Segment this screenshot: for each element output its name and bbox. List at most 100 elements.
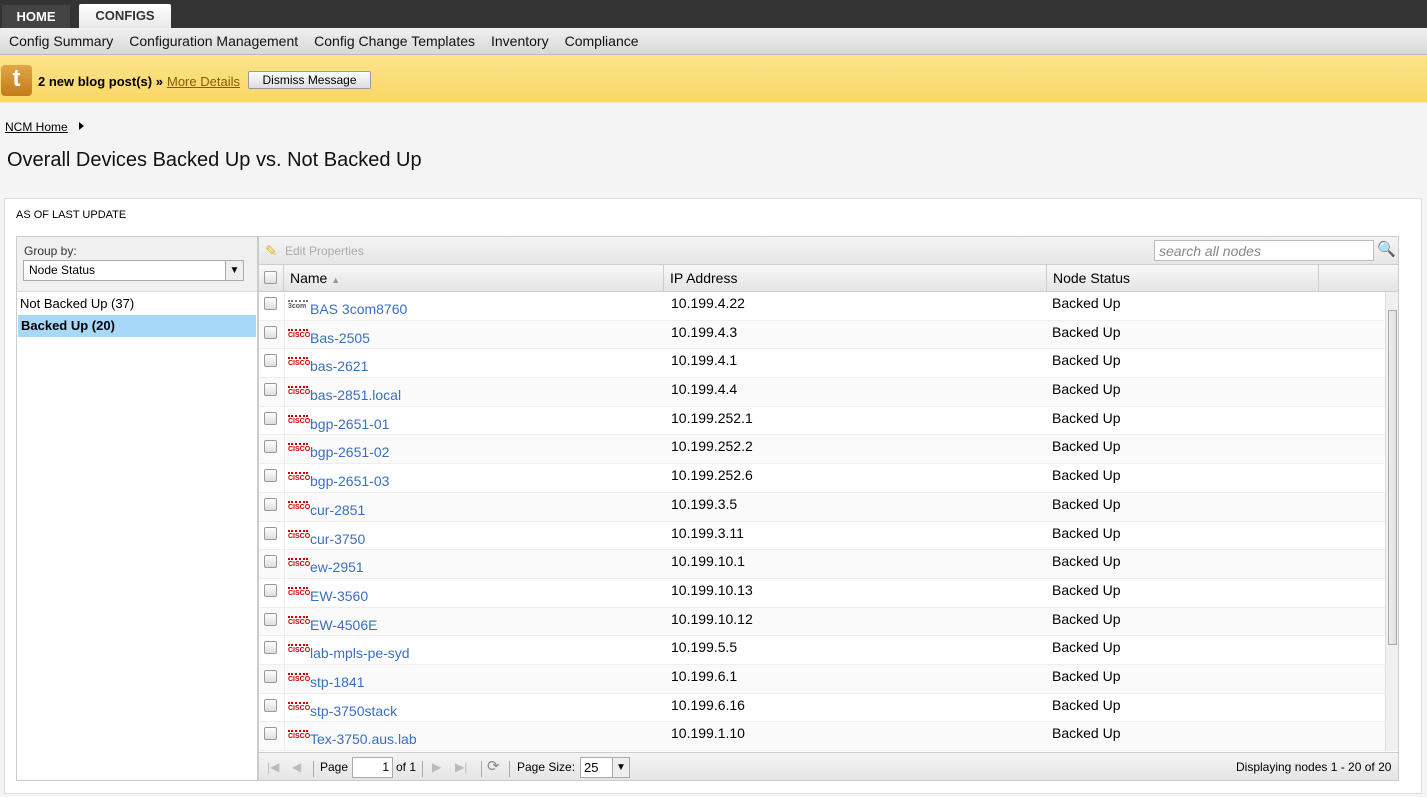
row-checkbox[interactable] <box>264 297 277 310</box>
table-row[interactable]: CISCO lab-mpls-pe-syd 10.199.5.5 Backed … <box>259 636 1385 665</box>
cisco-device-icon: CISCO <box>288 701 310 712</box>
group-by-select[interactable]: Node Status ▼ <box>23 260 244 281</box>
ip-address: 10.199.10.1 <box>671 553 745 570</box>
row-checkbox[interactable] <box>264 469 277 483</box>
search-icon[interactable]: 🔍 <box>1377 240 1397 260</box>
chevron-down-icon[interactable]: ▼ <box>225 261 243 280</box>
column-status[interactable]: Node Status <box>1047 265 1319 291</box>
first-page-icon[interactable]: |◀ <box>267 760 279 774</box>
grid-rows: 3com BAS 3com8760 10.199.4.22 Backed Up … <box>259 292 1385 751</box>
node-name-link[interactable]: Tex-3750.aus.lab <box>310 731 417 747</box>
table-row[interactable]: CISCO bgp-2651-03 10.199.252.6 Backed Up <box>259 464 1385 493</box>
nav-config-summary[interactable]: Config Summary <box>9 28 113 54</box>
last-page-icon[interactable]: ▶| <box>455 760 467 774</box>
page-input[interactable]: 1 <box>352 757 393 778</box>
row-checkbox[interactable] <box>264 641 277 655</box>
table-row[interactable]: CISCO bgp-2651-02 10.199.252.2 Backed Up <box>259 435 1385 465</box>
ip-address: 10.199.10.13 <box>671 581 753 598</box>
row-checkbox[interactable] <box>264 497 277 511</box>
row-checkbox[interactable] <box>264 555 277 569</box>
column-name-label: Name <box>290 270 328 286</box>
row-checkbox[interactable] <box>264 440 277 454</box>
node-name-link[interactable]: EW-3560 <box>310 588 368 604</box>
cisco-device-icon: CISCO <box>288 386 310 396</box>
scrollbar-thumb[interactable] <box>1388 310 1397 645</box>
row-checkbox[interactable] <box>264 583 277 597</box>
tab-configs[interactable]: CONFIGS <box>79 4 171 28</box>
node-name-link[interactable]: bgp-2651-03 <box>310 473 389 489</box>
dismiss-message-button[interactable]: Dismiss Message <box>248 71 371 89</box>
table-row[interactable]: CISCO cur-2851 10.199.3.5 Backed Up <box>259 492 1385 522</box>
row-checkbox[interactable] <box>264 354 277 368</box>
node-status: Backed Up <box>1052 725 1121 742</box>
prev-page-icon[interactable]: ◀ <box>292 760 301 774</box>
ip-address: 10.199.3.11 <box>671 524 744 541</box>
node-name-link[interactable]: bas-2621 <box>310 358 368 374</box>
table-row[interactable]: CISCO EW-3560 10.199.10.13 Backed Up <box>259 579 1385 608</box>
row-checkbox[interactable] <box>264 383 277 397</box>
cisco-device-icon: CISCO <box>288 357 310 367</box>
table-row[interactable]: CISCO EW-4506E 10.199.10.12 Backed Up <box>259 607 1385 637</box>
page-size-value: 25 <box>584 760 599 775</box>
row-checkbox[interactable] <box>264 698 277 712</box>
table-row[interactable]: CISCO stp-3750stack 10.199.6.16 Backed U… <box>259 694 1385 723</box>
breadcrumb-arrow-icon[interactable] <box>79 122 84 130</box>
node-name-link[interactable]: stp-3750stack <box>310 703 397 719</box>
row-checkbox[interactable] <box>264 727 277 741</box>
table-row[interactable]: CISCO bas-2621 10.199.4.1 Backed Up <box>259 349 1385 379</box>
breadcrumb-ncm-home[interactable]: NCM Home <box>5 120 68 134</box>
nav-configuration-management[interactable]: Configuration Management <box>129 28 298 54</box>
table-row[interactable]: CISCO bas-2851.local 10.199.4.4 Backed U… <box>259 378 1385 407</box>
select-all-checkbox[interactable] <box>264 271 277 284</box>
vertical-scrollbar[interactable] <box>1385 292 1398 751</box>
group-by-label: Group by: <box>24 244 77 258</box>
table-row[interactable]: CISCO Tex-3750.aus.lab 10.199.1.10 Backe… <box>259 722 1385 751</box>
table-row[interactable]: CISCO stp-1841 10.199.6.1 Backed Up <box>259 664 1385 694</box>
group-by-panel: Group by: Node Status ▼ Not Backed Up (37… <box>16 236 258 781</box>
table-row[interactable]: CISCO bgp-2651-01 10.199.252.1 Backed Up <box>259 407 1385 436</box>
group-item-not-backed-up[interactable]: Not Backed Up (37) <box>17 293 257 315</box>
node-name-link[interactable]: EW-4506E <box>310 617 377 633</box>
table-row[interactable]: CISCO ew-2951 10.199.10.1 Backed Up <box>259 550 1385 579</box>
refresh-icon[interactable]: ⟳ <box>487 757 500 775</box>
row-checkbox[interactable] <box>264 325 277 339</box>
node-name-link[interactable]: Bas-2505 <box>310 330 370 346</box>
node-name-link[interactable]: bas-2851.local <box>310 387 401 403</box>
node-status: Backed Up <box>1052 323 1121 340</box>
node-name-link[interactable]: stp-1841 <box>310 674 364 690</box>
node-name-link[interactable]: bgp-2651-02 <box>310 444 389 460</box>
group-item-backed-up[interactable]: Backed Up (20) <box>18 315 256 337</box>
ip-address: 10.199.252.6 <box>671 467 753 484</box>
node-name-link[interactable]: ew-2951 <box>310 559 364 575</box>
nav-inventory[interactable]: Inventory <box>491 28 549 54</box>
column-name[interactable]: Name ▲ <box>284 265 664 291</box>
next-page-icon[interactable]: ▶ <box>432 760 441 774</box>
table-row[interactable]: CISCO Bas-2505 10.199.4.3 Backed Up <box>259 320 1385 350</box>
ip-address: 10.199.252.2 <box>671 438 753 455</box>
row-checkbox[interactable] <box>264 526 277 540</box>
node-status: Backed Up <box>1052 667 1121 684</box>
more-details-link[interactable]: More Details <box>167 74 240 89</box>
row-checkbox[interactable] <box>264 612 277 626</box>
chevron-down-icon[interactable]: ▼ <box>612 758 629 777</box>
node-name-link[interactable]: bgp-2651-01 <box>310 416 389 432</box>
table-row[interactable]: CISCO cur-3750 10.199.3.11 Backed Up <box>259 522 1385 551</box>
nav-compliance[interactable]: Compliance <box>565 28 639 54</box>
node-name-link[interactable]: cur-2851 <box>310 502 365 518</box>
nav-config-change-templates[interactable]: Config Change Templates <box>314 28 475 54</box>
ip-address: 10.199.4.4 <box>671 381 738 398</box>
column-ip[interactable]: IP Address <box>664 265 1047 291</box>
row-checkbox[interactable] <box>264 669 277 683</box>
table-row[interactable]: 3com BAS 3com8760 10.199.4.22 Backed Up <box>259 292 1385 321</box>
node-name-link[interactable]: lab-mpls-pe-syd <box>310 645 410 661</box>
search-input[interactable]: search all nodes <box>1154 240 1374 261</box>
display-count: Displaying nodes 1 - 20 of 20 <box>1236 760 1392 774</box>
group-by-value: Node Status <box>29 263 96 277</box>
pencil-icon: ✎ <box>265 243 278 260</box>
node-name-link[interactable]: BAS 3com8760 <box>310 301 407 317</box>
tab-home[interactable]: HOME <box>2 5 70 29</box>
edit-properties-button[interactable]: Edit Properties <box>285 244 364 258</box>
row-checkbox[interactable] <box>264 411 277 425</box>
page-size-select[interactable]: 25 ▼ <box>580 757 630 778</box>
node-name-link[interactable]: cur-3750 <box>310 531 365 547</box>
